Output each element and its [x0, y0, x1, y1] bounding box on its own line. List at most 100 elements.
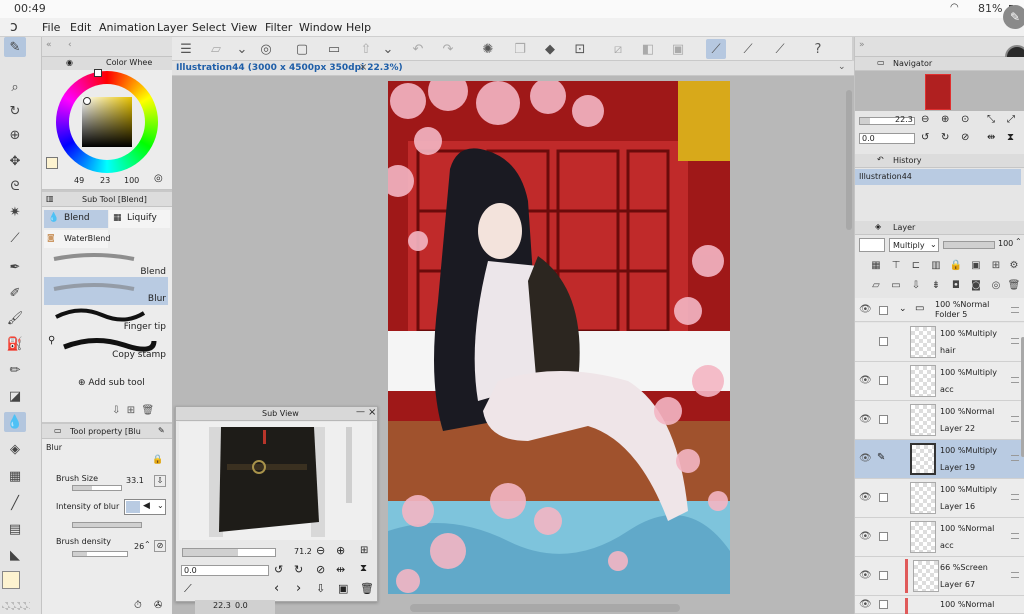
snap-special-icon[interactable]: ⟋: [738, 39, 758, 59]
chevron-down-icon-2[interactable]: ⌄: [378, 39, 398, 59]
tab-blend[interactable]: 💧 Blend: [44, 210, 108, 228]
visibility-eye-icon[interactable]: 👁: [859, 599, 872, 610]
layer-checkbox[interactable]: [879, 571, 888, 580]
frame-tool-icon[interactable]: ▤: [4, 519, 26, 539]
prev-image-icon[interactable]: ‹: [274, 581, 279, 596]
horizontal-scrollbar[interactable]: [410, 604, 680, 612]
color-wheel-tab-icon[interactable]: ◉: [66, 58, 73, 67]
tab-liquify[interactable]: ▦ Liquify: [109, 210, 170, 228]
layer-checkbox[interactable]: [879, 600, 888, 609]
ruler-icon[interactable]: ◎: [989, 278, 1003, 292]
menu-help[interactable]: Help: [346, 21, 371, 34]
layer-checkbox[interactable]: [879, 376, 888, 385]
visibility-eye-icon[interactable]: 👁: [859, 304, 872, 315]
stepper-icon[interactable]: ⌃: [144, 540, 151, 549]
hue-ring[interactable]: [56, 69, 158, 173]
reference-image[interactable]: [179, 422, 372, 540]
menu-select[interactable]: Select: [192, 21, 226, 34]
pressure-toggle-icon[interactable]: ⇩: [154, 475, 166, 487]
density-slider[interactable]: [72, 551, 128, 557]
fill-tool-icon[interactable]: ◈: [4, 439, 26, 459]
loading-icon[interactable]: ✺: [478, 39, 498, 59]
trash-icon[interactable]: 🗑: [142, 405, 155, 416]
menu-icon[interactable]: ☰: [176, 39, 196, 59]
layer-checkbox[interactable]: [879, 337, 888, 346]
magic-wand-icon[interactable]: ✷: [4, 202, 26, 222]
sv-picker-handle[interactable]: [83, 97, 91, 105]
new-layer-icon[interactable]: ▱: [869, 278, 883, 292]
lock-transparency-icon[interactable]: ▣: [969, 258, 983, 272]
color-mode-select[interactable]: [859, 238, 885, 252]
add-sub-tool-button[interactable]: ⊕ Add sub tool: [78, 378, 145, 388]
nav-rotate-right-icon[interactable]: ↻: [941, 132, 949, 143]
layer-row[interactable]: 👁 100 %Normal Layer 22: [855, 401, 1024, 440]
flip-vertical-icon[interactable]: ⧗: [360, 563, 367, 574]
menu-edit[interactable]: Edit: [70, 21, 91, 34]
open-folder-icon[interactable]: ▭: [324, 39, 344, 59]
close-icon[interactable]: ×: [368, 407, 376, 418]
document-tab[interactable]: Illustration44 (3000 x 4500px 350dpi 22.…: [172, 61, 854, 76]
clear-selection-icon[interactable]: ⧄: [608, 39, 628, 59]
pen-tool-icon[interactable]: ✎: [4, 37, 26, 57]
vertical-scrollbar[interactable]: [846, 90, 852, 230]
opacity-slider[interactable]: [943, 241, 995, 249]
drag-handle-icon[interactable]: [1011, 494, 1019, 500]
nav-flip-h-icon[interactable]: ⇹: [987, 132, 995, 143]
sub-view-zoom-slider[interactable]: [182, 548, 276, 557]
layer-row[interactable]: 👁 100 %Normal acc: [855, 518, 1024, 557]
wrench-icon[interactable]: ✎: [158, 426, 165, 435]
main-color-swatch[interactable]: [2, 571, 20, 589]
drag-handle-icon[interactable]: [1011, 533, 1019, 539]
delete-image-icon[interactable]: 🗑: [360, 582, 374, 595]
menu-file[interactable]: File: [42, 21, 60, 34]
transform-icon[interactable]: ⊡: [570, 39, 590, 59]
rotate-tool-icon[interactable]: ↻: [4, 101, 26, 121]
layer-checkbox[interactable]: [879, 493, 888, 502]
layer-row[interactable]: 👁 100 %Normal: [855, 596, 1024, 614]
import-image-icon[interactable]: ▣: [338, 582, 348, 595]
eyedropper-icon[interactable]: ⟋: [4, 228, 26, 248]
drag-handle-icon[interactable]: [1011, 307, 1019, 313]
download-icon[interactable]: ⇩: [316, 582, 325, 595]
brush-size-value[interactable]: 33.1: [126, 476, 144, 485]
zoom-in-icon[interactable]: ⊕: [336, 544, 345, 557]
brush-item-blur[interactable]: Blur: [44, 277, 168, 305]
nav-reset-rotation-icon[interactable]: ⊘: [961, 132, 969, 143]
layer-row[interactable]: 👁 100 %Multiply Layer 16: [855, 479, 1024, 518]
layer-mask-icon[interactable]: ◘: [949, 278, 963, 292]
opacity-value[interactable]: 100: [998, 239, 1013, 248]
crop-icon[interactable]: ▣: [668, 39, 688, 59]
brush-size-slider[interactable]: [72, 485, 122, 491]
visibility-eye-icon[interactable]: 👁: [859, 531, 872, 542]
import-icon[interactable]: ⇩: [112, 405, 120, 416]
brush-item-copy-stamp[interactable]: ⚲ Copy stamp: [44, 333, 168, 361]
nav-zoom-out-icon[interactable]: ⊖: [921, 114, 929, 125]
drag-handle-icon[interactable]: [1011, 338, 1019, 344]
visibility-eye-icon[interactable]: 👁: [859, 492, 872, 503]
fill-icon[interactable]: ◆: [540, 39, 560, 59]
clip-icon[interactable]: ⊏: [909, 258, 923, 272]
fit-icon[interactable]: ⊞: [360, 545, 368, 556]
nav-fit-icon[interactable]: ⤡: [987, 114, 995, 125]
opacity-stepper-icon[interactable]: ⌃: [1015, 237, 1022, 246]
zoom-tool-icon[interactable]: ⌕: [4, 77, 26, 97]
navigator-rotation-field[interactable]: 0.0: [859, 133, 915, 144]
chevron-left-icon[interactable]: ‹: [68, 40, 72, 50]
merge-down-icon[interactable]: ⇟: [929, 278, 943, 292]
reset-rotation-icon[interactable]: ⊘: [316, 563, 325, 576]
close-tab-icon[interactable]: ×: [359, 62, 367, 73]
visibility-eye-icon[interactable]: 👁: [859, 375, 872, 386]
nav-rotate-left-icon[interactable]: ↺: [921, 132, 929, 143]
visibility-eye-icon[interactable]: 👁: [859, 414, 872, 425]
transfer-down-icon[interactable]: ⇩: [909, 278, 923, 292]
new-icon[interactable]: ▱: [206, 39, 226, 59]
apply-mask-icon[interactable]: ◙: [969, 278, 983, 292]
app-logo-icon[interactable]: ↄ: [10, 19, 18, 35]
snap-grid-icon[interactable]: ⟋: [770, 39, 790, 59]
navigator-preview[interactable]: [855, 71, 1024, 111]
menu-animation[interactable]: Animation: [99, 21, 155, 34]
hue-picker-handle[interactable]: [94, 69, 102, 77]
menu-window[interactable]: Window: [299, 21, 342, 34]
camera-icon[interactable]: ◎: [256, 39, 276, 59]
property-settings-icon[interactable]: ⏱: [134, 600, 142, 611]
